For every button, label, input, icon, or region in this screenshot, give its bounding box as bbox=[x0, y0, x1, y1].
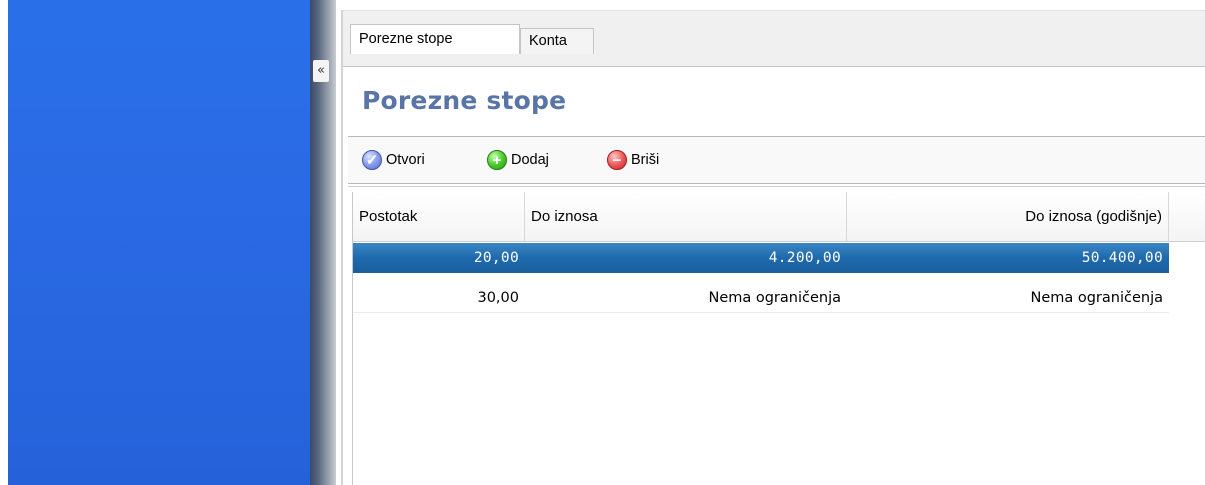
grid-header: Postotak Do iznosa Do iznosa (godišnje) bbox=[353, 192, 1205, 242]
open-button-label: Otvori bbox=[386, 152, 425, 168]
cell-do-iznosa: 4.200,00 bbox=[768, 250, 841, 266]
table-row[interactable]: 30,00 Nema ograničenja Nema ograničenja bbox=[353, 283, 1169, 313]
toolbar-divider bbox=[348, 186, 1205, 187]
collapse-sidebar-icon[interactable]: « bbox=[313, 60, 329, 82]
tab-porezne-stope[interactable]: Porezne stope bbox=[350, 24, 520, 54]
add-button[interactable]: + Dodaj bbox=[487, 148, 549, 172]
column-header-postotak[interactable]: Postotak bbox=[353, 192, 525, 241]
delete-button-label: Briši bbox=[631, 152, 660, 168]
left-margin bbox=[0, 0, 8, 485]
sidebar-panel bbox=[8, 0, 310, 485]
cell-postotak: 30,00 bbox=[477, 290, 519, 306]
toolbar: ✓ Otvori + Dodaj − Briši bbox=[348, 136, 1205, 184]
tab-bar: Porezne stope Konta bbox=[343, 10, 1205, 67]
cell-do-iznosa: Nema ograničenja bbox=[708, 290, 841, 306]
table-row[interactable]: 20,00 4.200,00 50.400,00 bbox=[353, 243, 1169, 273]
plus-icon: + bbox=[487, 150, 507, 170]
column-header-do-iznosa[interactable]: Do iznosa bbox=[525, 192, 847, 241]
open-button[interactable]: ✓ Otvori bbox=[362, 148, 425, 172]
delete-button[interactable]: − Briši bbox=[607, 148, 659, 172]
page-title: Porezne stope bbox=[362, 86, 567, 115]
cell-postotak: 20,00 bbox=[473, 250, 519, 266]
column-header-do-iznosa-godisnje[interactable]: Do iznosa (godišnje) bbox=[847, 192, 1169, 241]
cell-do-iznosa-godisnje: Nema ograničenja bbox=[1030, 290, 1163, 306]
tab-konta[interactable]: Konta bbox=[520, 28, 594, 54]
minus-icon: − bbox=[607, 150, 627, 170]
add-button-label: Dodaj bbox=[511, 152, 549, 168]
check-icon: ✓ bbox=[362, 150, 382, 170]
cell-do-iznosa-godisnje: 50.400,00 bbox=[1081, 250, 1163, 266]
